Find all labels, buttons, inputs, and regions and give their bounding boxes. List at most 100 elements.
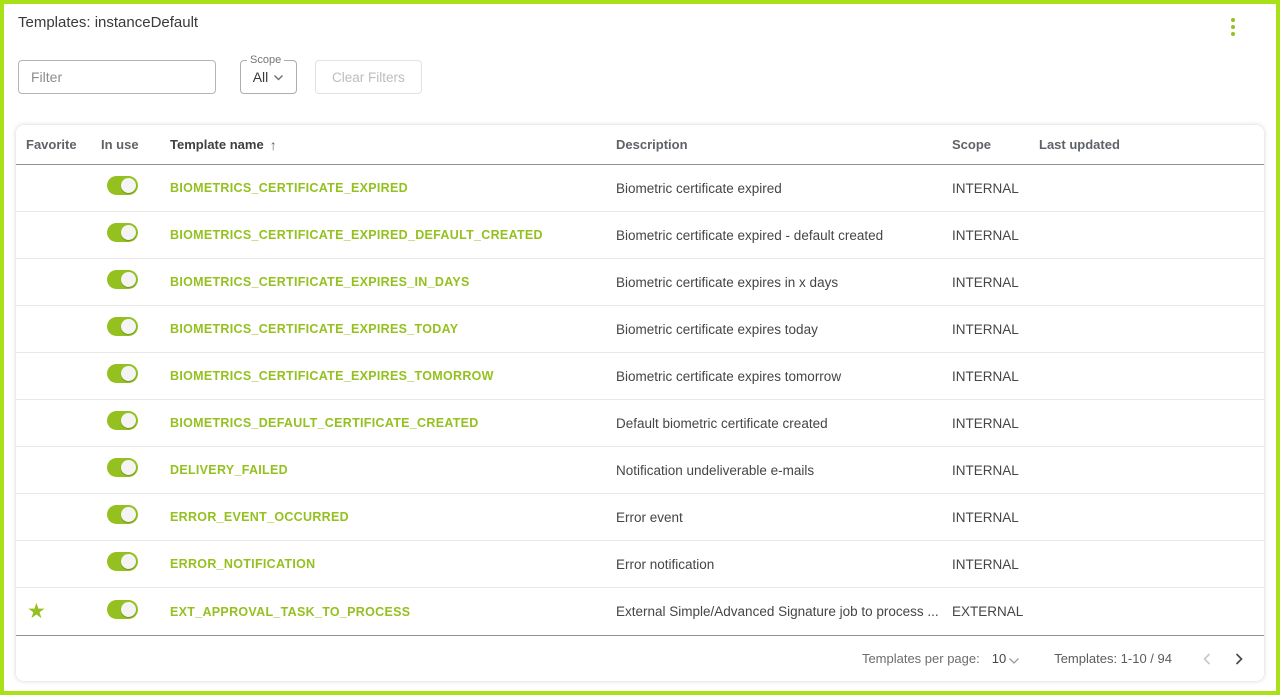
table-row: BIOMETRICS_CERTIFICATE_EXPIRES_TODAY Bio…: [16, 306, 1264, 353]
toggle-knob-icon: [121, 225, 136, 240]
row-scope: INTERNAL: [952, 369, 1039, 384]
in-use-toggle[interactable]: [107, 552, 138, 571]
template-name-cell: BIOMETRICS_CERTIFICATE_EXPIRED_DEFAULT_C…: [170, 226, 616, 244]
template-name-cell: DELIVERY_FAILED: [170, 461, 616, 479]
filter-input[interactable]: [18, 60, 216, 94]
column-header-template-name-label: Template name: [170, 137, 264, 152]
in-use-cell: [101, 176, 170, 200]
table-row: ★ EXT_APPROVAL_TASK_TO_PROCESS External …: [16, 588, 1264, 635]
table-header-row: Favorite In use Template name ↑ Descript…: [16, 125, 1264, 165]
favorite-cell: ★: [26, 601, 101, 623]
pagination-bar: Templates per page: 10 Templates: 1-10 /…: [16, 635, 1264, 681]
template-name-link[interactable]: BIOMETRICS_CERTIFICATE_EXPIRES_IN_DAYS: [170, 275, 470, 289]
chevron-left-icon: [1202, 652, 1212, 666]
row-description: External Simple/Advanced Signature job t…: [616, 604, 952, 619]
table-body: BIOMETRICS_CERTIFICATE_EXPIRED Biometric…: [16, 165, 1264, 635]
column-header-description: Description: [616, 137, 952, 152]
chevron-right-icon: [1234, 652, 1244, 666]
row-scope: INTERNAL: [952, 510, 1039, 525]
kebab-dot-icon: [1231, 18, 1235, 22]
kebab-menu-button[interactable]: [1228, 15, 1238, 39]
table-row: BIOMETRICS_CERTIFICATE_EXPIRES_TOMORROW …: [16, 353, 1264, 400]
kebab-dot-icon: [1231, 25, 1235, 29]
table-row: ERROR_EVENT_OCCURRED Error event INTERNA…: [16, 494, 1264, 541]
template-name-link[interactable]: DELIVERY_FAILED: [170, 463, 288, 477]
favorite-cell: [26, 318, 101, 340]
favorite-cell: [26, 177, 101, 199]
toggle-knob-icon: [121, 272, 136, 287]
template-name-link[interactable]: ERROR_EVENT_OCCURRED: [170, 510, 349, 524]
page-range-label: Templates: 1-10 / 94: [1054, 651, 1172, 666]
table-row: DELIVERY_FAILED Notification undeliverab…: [16, 447, 1264, 494]
template-name-cell: EXT_APPROVAL_TASK_TO_PROCESS: [170, 603, 616, 621]
sort-ascending-icon: ↑: [270, 137, 277, 153]
row-description: Biometric certificate expires today: [616, 322, 952, 337]
in-use-cell: [101, 552, 170, 576]
table-row: ERROR_NOTIFICATION Error notification IN…: [16, 541, 1264, 588]
previous-page-button[interactable]: [1198, 648, 1216, 670]
favorite-star-icon[interactable]: ★: [27, 600, 46, 623]
column-header-in-use: In use: [101, 137, 170, 152]
template-name-link[interactable]: EXT_APPROVAL_TASK_TO_PROCESS: [170, 605, 410, 619]
in-use-cell: [101, 223, 170, 247]
row-scope: INTERNAL: [952, 557, 1039, 572]
in-use-cell: [101, 411, 170, 435]
row-description: Biometric certificate expires tomorrow: [616, 369, 952, 384]
toggle-knob-icon: [121, 178, 136, 193]
page-header: Templates: instanceDefault: [4, 4, 1276, 31]
template-name-link[interactable]: ERROR_NOTIFICATION: [170, 557, 315, 571]
favorite-cell: [26, 459, 101, 481]
table-row: BIOMETRICS_DEFAULT_CERTIFICATE_CREATED D…: [16, 400, 1264, 447]
template-name-link[interactable]: BIOMETRICS_CERTIFICATE_EXPIRED: [170, 181, 408, 195]
chevron-down-icon: [273, 74, 284, 81]
per-page-select[interactable]: 10: [992, 651, 1020, 666]
in-use-toggle[interactable]: [107, 176, 138, 195]
in-use-cell: [101, 364, 170, 388]
template-name-link[interactable]: BIOMETRICS_DEFAULT_CERTIFICATE_CREATED: [170, 416, 479, 430]
table-row: BIOMETRICS_CERTIFICATE_EXPIRED_DEFAULT_C…: [16, 212, 1264, 259]
favorite-cell: [26, 506, 101, 528]
in-use-toggle[interactable]: [107, 411, 138, 430]
scope-select[interactable]: Scope All: [240, 60, 297, 94]
template-name-link[interactable]: BIOMETRICS_CERTIFICATE_EXPIRES_TOMORROW: [170, 369, 494, 383]
per-page-value: 10: [992, 651, 1006, 666]
in-use-toggle[interactable]: [107, 505, 138, 524]
template-name-cell: ERROR_NOTIFICATION: [170, 555, 616, 573]
row-description: Error notification: [616, 557, 952, 572]
row-scope: EXTERNAL: [952, 604, 1039, 619]
toggle-knob-icon: [121, 460, 136, 475]
favorite-cell: [26, 553, 101, 575]
chevron-down-icon: [1008, 657, 1020, 665]
row-description: Biometric certificate expired - default …: [616, 228, 952, 243]
row-scope: INTERNAL: [952, 228, 1039, 243]
in-use-toggle[interactable]: [107, 223, 138, 242]
template-name-cell: ERROR_EVENT_OCCURRED: [170, 508, 616, 526]
page-title: Templates: instanceDefault: [18, 14, 1228, 31]
template-name-cell: BIOMETRICS_CERTIFICATE_EXPIRES_TOMORROW: [170, 367, 616, 385]
template-name-link[interactable]: BIOMETRICS_CERTIFICATE_EXPIRED_DEFAULT_C…: [170, 228, 543, 242]
table-row: BIOMETRICS_CERTIFICATE_EXPIRES_IN_DAYS B…: [16, 259, 1264, 306]
toggle-knob-icon: [121, 554, 136, 569]
favorite-cell: [26, 412, 101, 434]
in-use-toggle[interactable]: [107, 364, 138, 383]
template-name-link[interactable]: BIOMETRICS_CERTIFICATE_EXPIRES_TODAY: [170, 322, 458, 336]
templates-table-card: Favorite In use Template name ↑ Descript…: [16, 125, 1264, 681]
scope-select-value: All: [253, 69, 269, 85]
template-name-cell: BIOMETRICS_CERTIFICATE_EXPIRED: [170, 179, 616, 197]
column-header-template-name[interactable]: Template name ↑: [170, 137, 616, 153]
row-description: Biometric certificate expires in x days: [616, 275, 952, 290]
in-use-cell: [101, 317, 170, 341]
column-header-scope: Scope: [952, 137, 1039, 152]
next-page-button[interactable]: [1230, 648, 1248, 670]
clear-filters-button[interactable]: Clear Filters: [315, 60, 422, 94]
in-use-toggle[interactable]: [107, 600, 138, 619]
in-use-cell: [101, 458, 170, 482]
in-use-toggle[interactable]: [107, 458, 138, 477]
in-use-toggle[interactable]: [107, 317, 138, 336]
in-use-cell: [101, 270, 170, 294]
in-use-toggle[interactable]: [107, 270, 138, 289]
toggle-knob-icon: [121, 507, 136, 522]
scope-select-label: Scope: [247, 54, 284, 66]
template-name-cell: BIOMETRICS_DEFAULT_CERTIFICATE_CREATED: [170, 414, 616, 432]
template-name-cell: BIOMETRICS_CERTIFICATE_EXPIRES_IN_DAYS: [170, 273, 616, 291]
